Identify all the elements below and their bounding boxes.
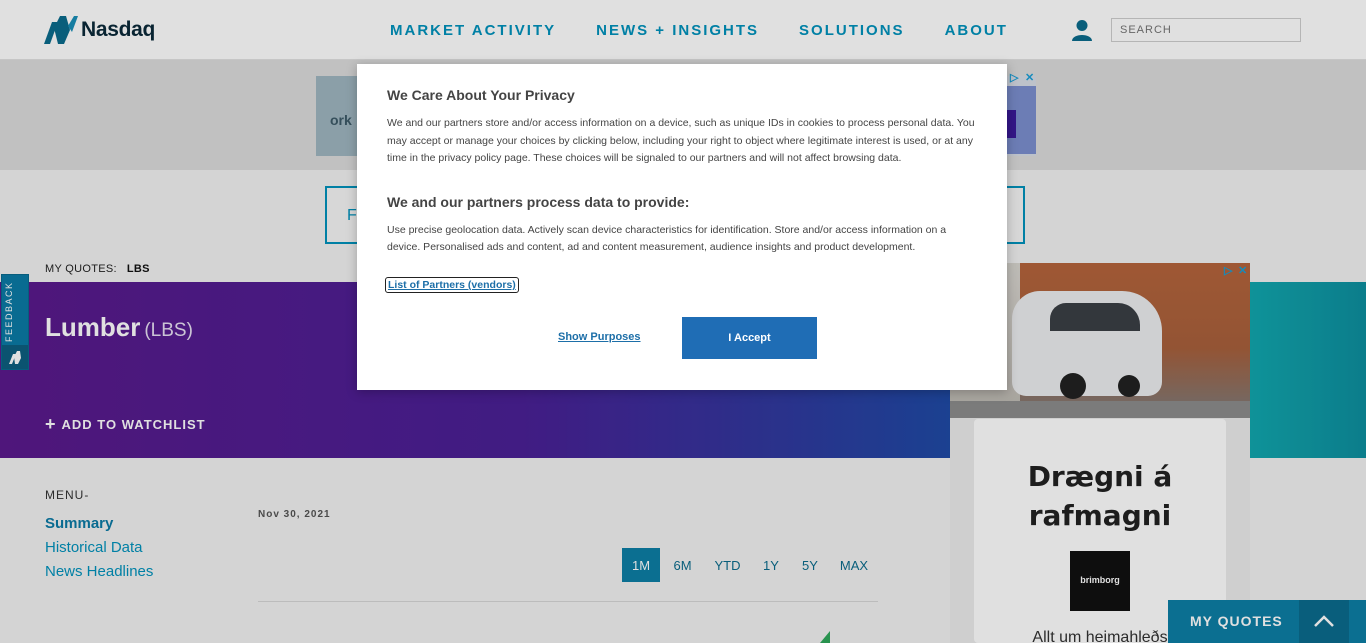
privacy-consent-dialog: We Care About Your Privacy We and our pa… (357, 64, 1007, 390)
list-of-partners-link[interactable]: List of Partners (vendors) (385, 277, 519, 293)
show-purposes-button[interactable]: Show Purposes (558, 331, 641, 343)
consent-subtitle: We and our partners process data to prov… (387, 194, 690, 210)
accept-button[interactable]: I Accept (682, 317, 817, 359)
consent-purposes-text: Use precise geolocation data. Actively s… (387, 224, 947, 253)
consent-title: We Care About Your Privacy (387, 87, 575, 103)
consent-body: We and our partners store and/or access … (387, 117, 975, 164)
